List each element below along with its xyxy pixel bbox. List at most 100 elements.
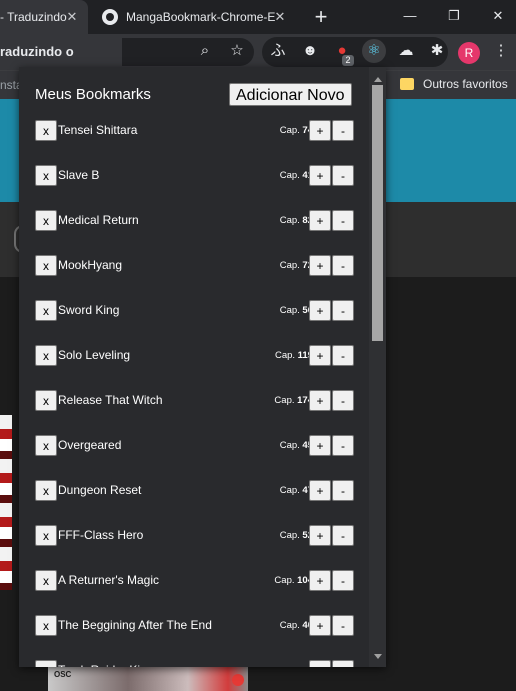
decrement-chapter-button[interactable]: - [332,660,354,667]
decrement-chapter-button[interactable]: - [332,300,354,321]
tab-close-icon[interactable]: ✕ [64,9,80,25]
bookmark-name: The Beggining After The End [58,618,212,632]
bookmark-row: xA Returner's Magic Cap. 104 + - [19,570,369,592]
remove-bookmark-button[interactable]: x [35,255,57,276]
thumbnail-label: OSC [54,670,72,679]
manga-thumbnail[interactable] [0,415,12,590]
bookmark-name: MookHyang [58,258,123,272]
bookmark-row: x Release That Witch Cap. 174 + - [19,390,369,412]
remove-bookmark-button[interactable]: x [35,570,57,591]
bookmark-star-icon[interactable]: ☆ [225,39,249,63]
address-text: raduzindo o [0,38,122,66]
extension-chat-icon[interactable]: ☁ [394,39,418,63]
decrement-chapter-button[interactable]: - [332,480,354,501]
bookmark-row: x Slave B Cap. 41 + - [19,165,369,187]
zoom-icon[interactable]: ⌕ [193,39,217,63]
chapter-prefix: Cap. [279,170,300,181]
decrement-chapter-button[interactable]: - [332,255,354,276]
bookmark-row: x Sword King Cap. 56 + - [19,300,369,322]
extensions-puzzle-icon[interactable]: ✱ [425,39,449,63]
increment-chapter-button[interactable]: + [309,480,331,501]
bookmark-row: x Dungeon Reset Cap. 47 + - [19,480,369,502]
increment-chapter-button[interactable]: + [309,390,331,411]
remove-bookmark-button[interactable]: x [35,480,57,501]
remove-bookmark-button[interactable]: x [35,300,57,321]
decrement-chapter-button[interactable]: - [332,165,354,186]
popup-title: Meus Bookmarks [35,86,151,103]
manga-thumbnail[interactable]: OSC [48,664,248,691]
decrement-chapter-button[interactable]: - [332,570,354,591]
extension-badge: 2 [342,55,354,66]
scrollbar[interactable] [369,67,386,667]
increment-chapter-button[interactable]: + [309,570,331,591]
chapter-prefix: Cap. [279,125,300,136]
increment-chapter-button[interactable]: + [309,345,331,366]
scroll-up-icon[interactable] [374,77,382,82]
other-bookmarks-folder[interactable]: Outros favoritos [423,77,508,91]
tab-traduzindo[interactable]: - Traduzindo ✕ [0,0,88,34]
chapter-prefix: Cap. [274,350,296,361]
bookmark-name: Tensei Shittara [58,123,138,137]
chapter-prefix: Cap. [279,260,300,271]
tab-bar: - Traduzindo ✕ MangaBookmark-Chrome-E ✕ … [0,0,516,34]
decrement-chapter-button[interactable]: - [332,525,354,546]
decrement-chapter-button[interactable]: - [332,435,354,456]
increment-chapter-button[interactable]: + [309,120,331,141]
chapter-indicator: Cap. 119 [275,350,313,361]
increment-chapter-button[interactable]: + [309,255,331,276]
chapter-indicator: Cap. 52 [280,530,313,541]
remove-bookmark-button[interactable]: x [35,210,57,231]
bookmark-name: Slave B [58,168,100,182]
remove-bookmark-button[interactable]: x [35,615,57,636]
increment-chapter-button[interactable]: + [309,525,331,546]
chapter-prefix: Cap. [279,440,300,451]
remove-bookmark-button[interactable]: x [35,660,57,667]
increment-chapter-button[interactable]: + [309,165,331,186]
add-new-button[interactable]: Adicionar Novo [229,83,352,106]
increment-chapter-button[interactable]: + [309,660,331,667]
decrement-chapter-button[interactable]: - [332,390,354,411]
chapter-indicator: Cap. 45 [280,440,313,451]
thumbnail-badge [232,674,244,686]
avatar[interactable]: R [458,42,480,64]
remove-bookmark-button[interactable]: x [35,345,57,366]
bookmark-row: x Solo Leveling Cap. 119 + - [19,345,369,367]
chapter-indicator: Cap. 82 [280,215,313,226]
bookmark-name: Dungeon Reset [58,483,142,497]
increment-chapter-button[interactable]: + [309,210,331,231]
decrement-chapter-button[interactable]: - [332,210,354,231]
chapter-indicator: Cap. 74 [280,125,313,136]
remove-bookmark-button[interactable]: x [35,390,57,411]
bookmark-row: x MookHyang Cap. 72 + - [19,255,369,277]
folder-icon [400,78,414,90]
decrement-chapter-button[interactable]: - [332,615,354,636]
extension-bird-icon[interactable]: ふ [266,39,290,63]
decrement-chapter-button[interactable]: - [332,120,354,141]
tab-mangabookmark[interactable]: MangaBookmark-Chrome-E ✕ [94,0,296,34]
tab-close-icon[interactable]: ✕ [272,9,288,25]
increment-chapter-button[interactable]: + [309,300,331,321]
extension-face-icon[interactable]: ☻ [298,39,322,63]
decrement-chapter-button[interactable]: - [332,345,354,366]
close-window-icon[interactable]: ✕ [488,6,508,26]
remove-bookmark-button[interactable]: x [35,525,57,546]
chapter-prefix: Cap. [274,575,295,586]
react-devtools-icon[interactable]: ⚛ [362,39,386,63]
scrollbar-thumb[interactable] [372,85,383,341]
scroll-down-icon[interactable] [374,654,382,659]
chapter-prefix: Cap. [279,620,300,631]
minimize-icon[interactable]: — [400,6,420,26]
menu-icon[interactable]: ⋮ [489,39,513,63]
increment-chapter-button[interactable]: + [309,435,331,456]
restore-icon[interactable]: ❐ [444,6,464,26]
remove-bookmark-button[interactable]: x [35,165,57,186]
remove-bookmark-button[interactable]: x [35,435,57,456]
bookmark-row: x Overgeared Cap. 45 + - [19,435,369,457]
new-tab-button[interactable]: + [308,4,334,30]
chapter-prefix: Cap. [279,530,300,541]
chapter-prefix: Cap. [279,305,300,316]
tab-title: MangaBookmark-Chrome-E [126,10,276,24]
increment-chapter-button[interactable]: + [309,615,331,636]
chapter-indicator: Cap. 174 [274,395,313,406]
remove-bookmark-button[interactable]: x [35,120,57,141]
